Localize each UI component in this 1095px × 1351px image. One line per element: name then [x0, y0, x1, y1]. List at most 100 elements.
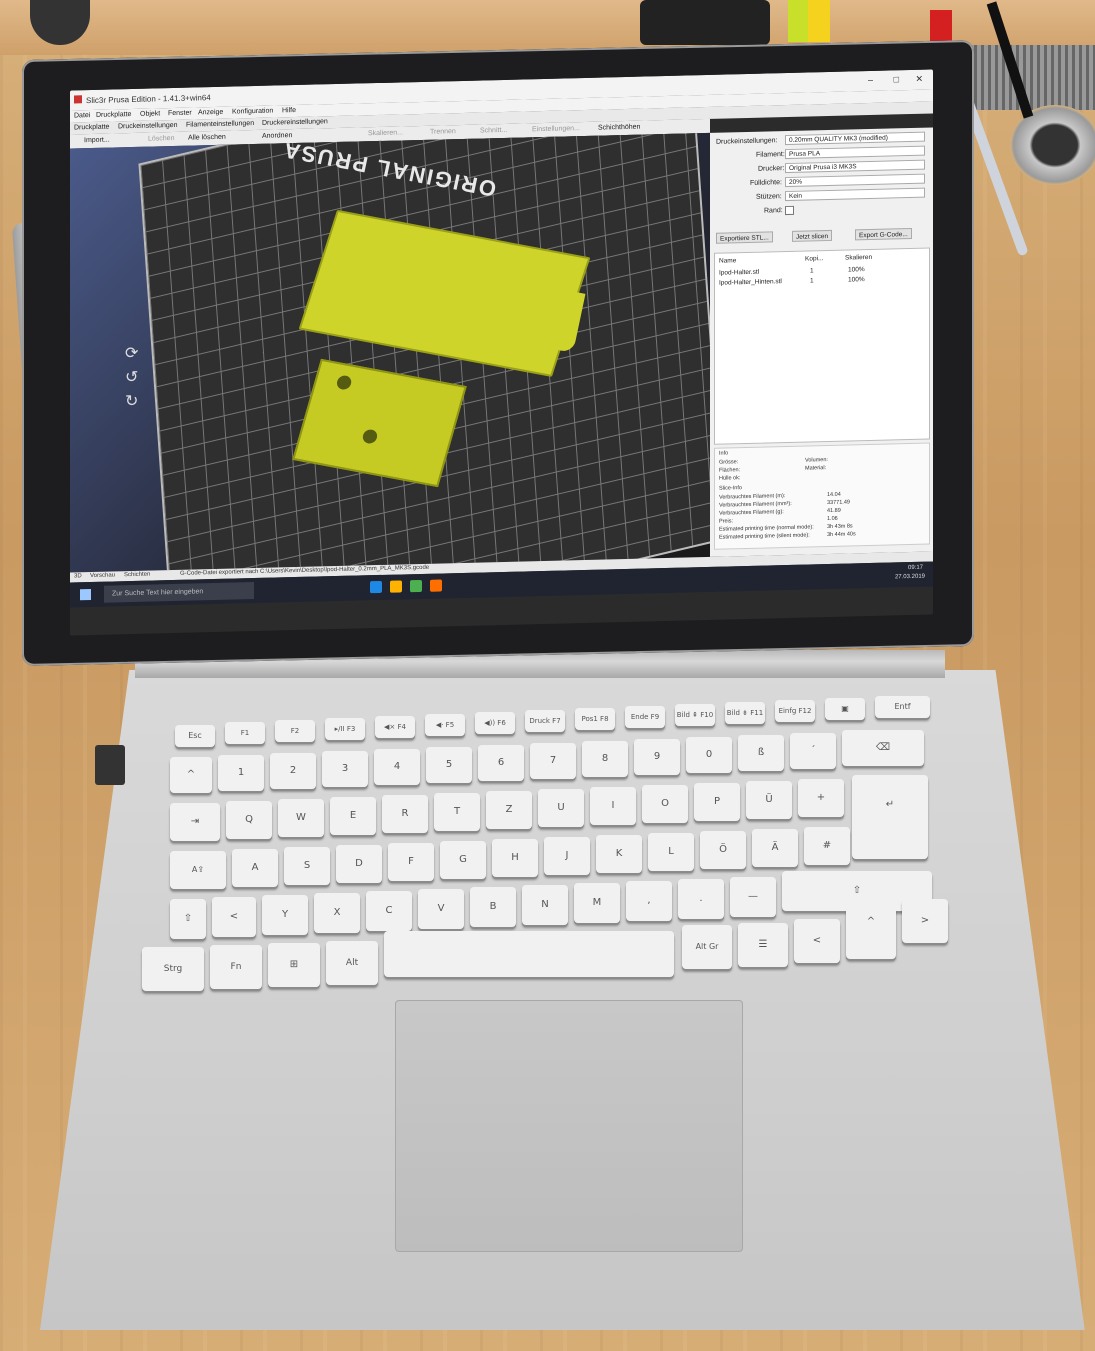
key-f9[interactable]: Ende F9 [625, 706, 665, 728]
drucker-select[interactable]: Original Prusa i3 MK3S [785, 159, 925, 174]
key-arrow-left[interactable]: < [794, 919, 840, 963]
key-sz[interactable]: ß [738, 735, 784, 771]
key-6[interactable]: 6 [478, 745, 524, 781]
export-gcode-button[interactable]: Export G-Code... [855, 227, 912, 241]
key-comma[interactable]: , [626, 881, 672, 921]
menu-konfiguration[interactable]: Konfiguration [232, 108, 273, 116]
tab-schichten[interactable]: Schichten [124, 572, 150, 579]
chrome-icon[interactable] [410, 579, 422, 593]
key-f5[interactable]: ◀· F5 [425, 714, 465, 736]
key-shift-left[interactable]: ⇧ [170, 899, 206, 939]
key-q[interactable]: Q [226, 801, 272, 839]
slic3r-taskbar-icon[interactable] [430, 579, 442, 592]
minimize-button[interactable]: – [868, 75, 873, 85]
key-oe[interactable]: Ö [700, 831, 746, 869]
key-2[interactable]: 2 [270, 753, 316, 789]
key-menu[interactable]: ☰ [738, 923, 788, 967]
menu-fenster[interactable]: Fenster [168, 110, 192, 118]
menu-druckplatte[interactable]: Druckplatte [96, 111, 131, 119]
list-item[interactable]: Ipod-Halter.stl 1 100% [715, 249, 929, 277]
key-backspace[interactable]: ⌫ [842, 730, 924, 766]
key-k[interactable]: K [596, 835, 642, 873]
key-c[interactable]: C [366, 891, 412, 931]
key-v[interactable]: V [418, 889, 464, 929]
tab-filamenteinstellungen[interactable]: Filamenteinstellungen [186, 120, 254, 129]
tab-vorschau[interactable]: Vorschau [90, 572, 115, 579]
windows-start-icon[interactable] [80, 589, 91, 601]
key-alt[interactable]: Alt [326, 941, 378, 985]
import-button[interactable]: Import... [84, 137, 110, 145]
layer-heights-button[interactable]: Schichthöhen [598, 124, 640, 132]
key-f[interactable]: F [388, 843, 434, 881]
key-m[interactable]: M [574, 883, 620, 923]
key-i[interactable]: I [590, 787, 636, 825]
tab-3d[interactable]: 3D [74, 573, 82, 579]
key-space[interactable] [384, 931, 674, 977]
delete-all-button[interactable]: Alle löschen [188, 134, 226, 142]
key-f10[interactable]: Bild ⇞ F10 [675, 704, 715, 726]
close-button[interactable]: ✕ [915, 74, 923, 85]
fuell-select[interactable]: 20% [785, 173, 925, 188]
list-item[interactable]: Ipod-Halter_Hinten.stl 1 100% [715, 249, 929, 287]
key-5[interactable]: 5 [426, 747, 472, 783]
key-ue[interactable]: Ü [746, 781, 792, 819]
clock-time[interactable]: 09:17 [908, 565, 923, 571]
menu-objekt[interactable]: Objekt [140, 110, 160, 117]
rand-checkbox[interactable] [785, 205, 794, 216]
key-caret[interactable]: ^ [170, 757, 212, 793]
rotate-x-icon[interactable]: ⟳ [125, 341, 165, 366]
druck-select[interactable]: 0.20mm QUALITY MK3 (modified) [785, 131, 925, 146]
key-entf[interactable]: Entf [875, 696, 930, 718]
key-w[interactable]: W [278, 799, 324, 837]
key-acute[interactable]: ´ [790, 733, 836, 769]
key-0[interactable]: 0 [686, 737, 732, 773]
settings-button[interactable]: Einstellungen... [532, 125, 580, 133]
menu-anzeige[interactable]: Anzeige [198, 109, 223, 117]
key-y[interactable]: Y [262, 895, 308, 935]
key-arrow-right[interactable]: > [902, 899, 948, 943]
key-n[interactable]: N [522, 885, 568, 925]
arrange-button[interactable]: Anordnen [262, 132, 292, 140]
key-period[interactable]: . [678, 879, 724, 919]
key-screen[interactable]: ▣ [825, 698, 865, 720]
key-arrow-up-down[interactable]: ^ [846, 907, 896, 959]
stuetz-select[interactable]: Kein [785, 187, 925, 202]
key-3[interactable]: 3 [322, 751, 368, 787]
key-windows[interactable]: ⊞ [268, 943, 320, 987]
key-capslock[interactable]: A⇪ [170, 851, 226, 889]
key-f6[interactable]: ◀)) F6 [475, 712, 515, 734]
key-e[interactable]: E [330, 797, 376, 835]
key-fn[interactable]: Fn [210, 945, 262, 989]
maximize-button[interactable]: □ [894, 74, 899, 84]
key-x[interactable]: X [314, 893, 360, 933]
3d-viewport[interactable]: ORIGINAL PRUSA ⟳ ↺ ↻ [70, 132, 710, 573]
scale-button[interactable]: Skalieren... [368, 129, 403, 137]
key-enter[interactable]: ↵ [852, 775, 928, 859]
key-f1[interactable]: F1 [225, 722, 265, 744]
key-l[interactable]: L [648, 833, 694, 871]
key-g[interactable]: G [440, 841, 486, 879]
key-8[interactable]: 8 [582, 741, 628, 777]
rotate-z-icon[interactable]: ↻ [125, 389, 165, 414]
key-d[interactable]: D [336, 845, 382, 883]
key-o[interactable]: O [642, 785, 688, 823]
filament-select[interactable]: Prusa PLA [785, 145, 925, 160]
key-b[interactable]: B [470, 887, 516, 927]
key-1[interactable]: 1 [218, 755, 264, 791]
key-tab[interactable]: ⇥ [170, 803, 220, 841]
key-plus[interactable]: + [798, 779, 844, 817]
key-9[interactable]: 9 [634, 739, 680, 775]
key-ae[interactable]: Ä [752, 829, 798, 867]
explorer-icon[interactable] [390, 580, 402, 593]
key-t[interactable]: T [434, 793, 480, 831]
touchpad[interactable] [395, 1000, 743, 1252]
key-j[interactable]: J [544, 837, 590, 875]
key-4[interactable]: 4 [374, 749, 420, 785]
menu-datei[interactable]: Datei [74, 112, 90, 119]
tab-druckplatte[interactable]: Druckplatte [74, 124, 109, 132]
key-f8[interactable]: Pos1 F8 [575, 708, 615, 730]
key-strg[interactable]: Strg [142, 947, 204, 991]
rotate-controls[interactable]: ⟳ ↺ ↻ [125, 341, 165, 432]
key-r[interactable]: R [382, 795, 428, 833]
key-f12[interactable]: Einfg F12 [775, 700, 815, 722]
